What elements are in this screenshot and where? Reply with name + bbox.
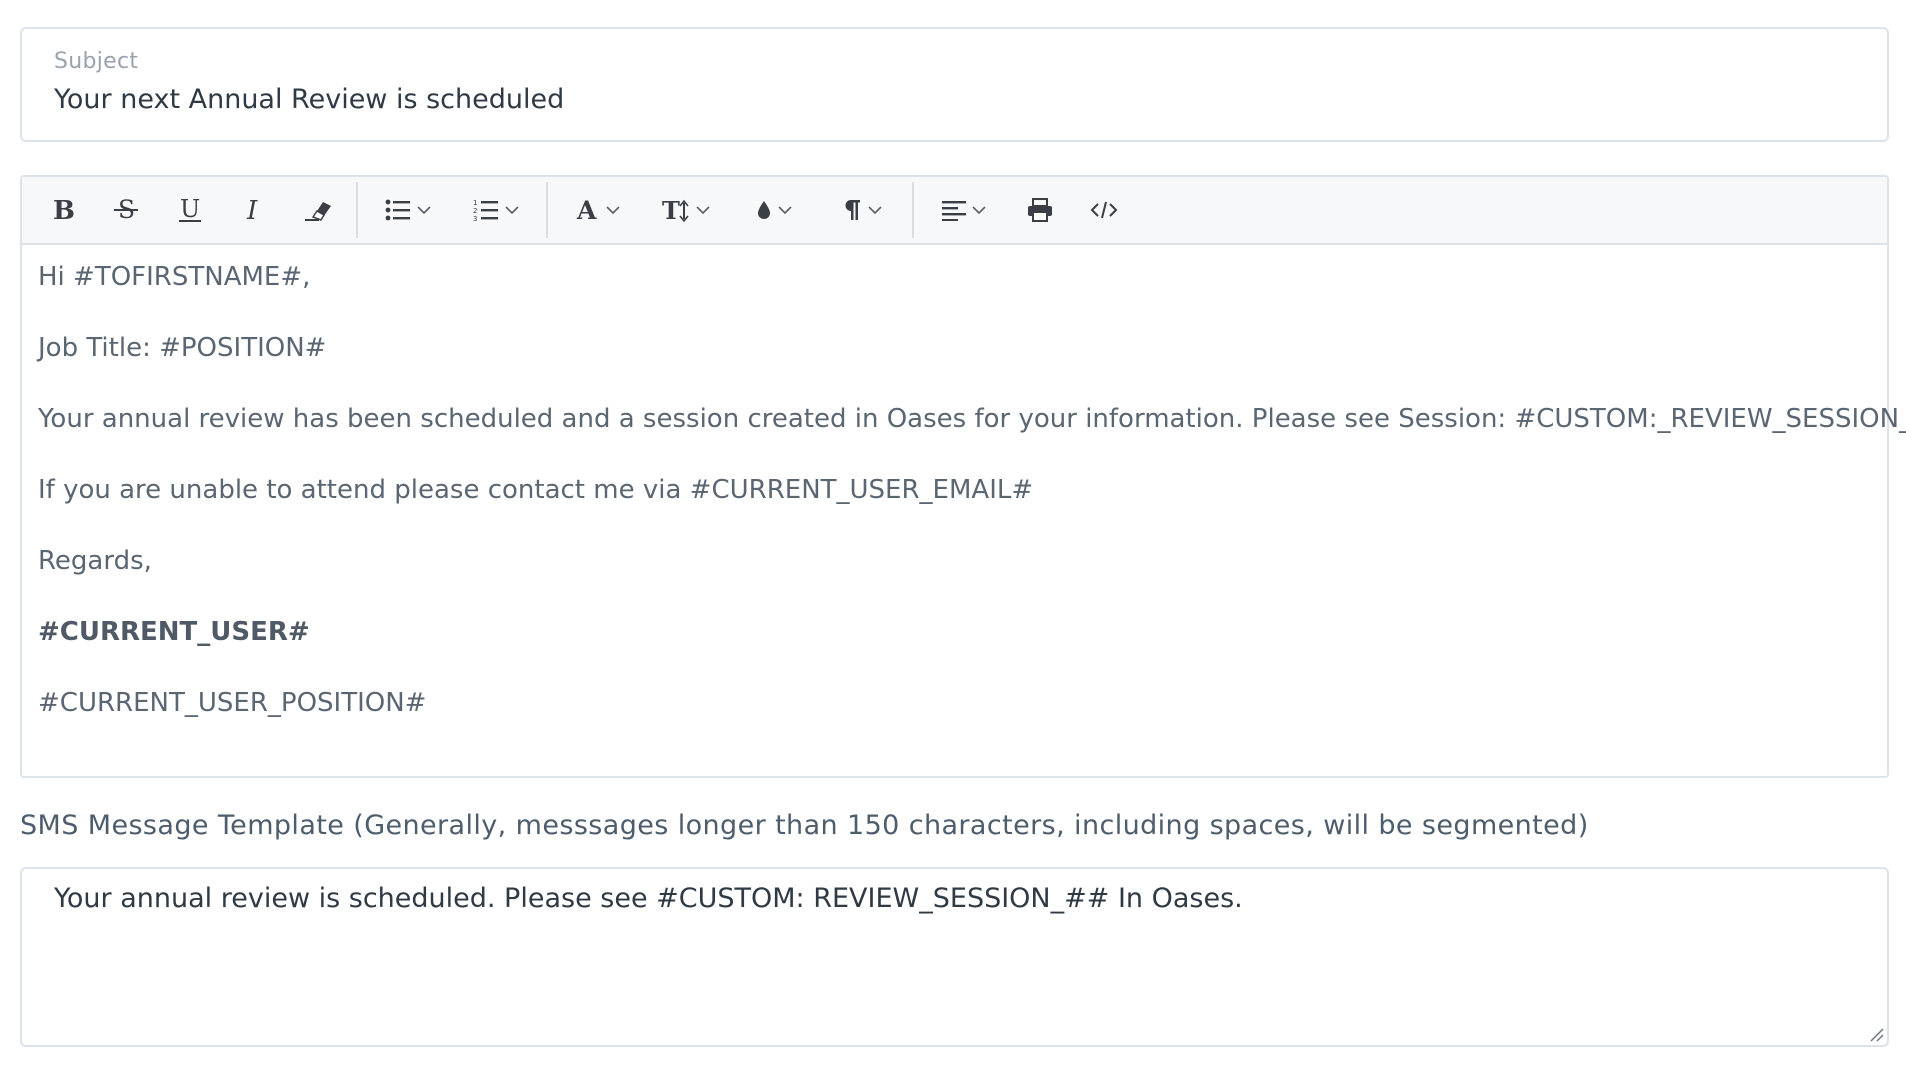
strikethrough-button[interactable]: S — [94, 176, 158, 244]
chevron-down-icon — [417, 206, 431, 215]
bulleted-list-button[interactable] — [364, 176, 452, 244]
numbered-list-icon: 1 2 3 — [473, 199, 498, 222]
print-icon — [1028, 198, 1052, 222]
svg-text:1: 1 — [473, 199, 477, 207]
svg-text:A: A — [576, 197, 597, 223]
italic-icon: I — [246, 197, 258, 223]
editor-line-sender-position: #CURRENT_USER_POSITION# — [38, 688, 427, 718]
editor-line-contact: If you are unable to attend please conta… — [38, 475, 1034, 505]
editor-toolbar: B S U I 1 2 3 A T — [22, 177, 1887, 245]
align-icon — [942, 201, 966, 221]
svg-text:T: T — [662, 197, 680, 223]
chevron-down-icon — [972, 206, 986, 215]
text-color-button[interactable] — [730, 176, 818, 244]
print-button[interactable] — [1008, 176, 1072, 244]
svg-text:U: U — [180, 196, 200, 223]
numbered-list-button[interactable]: 1 2 3 — [452, 176, 540, 244]
font-family-icon: A — [576, 197, 597, 223]
toolbar-separator — [356, 182, 358, 238]
chevron-down-icon — [778, 206, 792, 215]
text-color-icon — [758, 201, 770, 219]
paragraph-icon — [845, 200, 860, 220]
sms-template-textarea[interactable]: Your annual review is scheduled. Please … — [20, 867, 1889, 1047]
chevron-down-icon — [606, 206, 620, 215]
editor-content[interactable]: Hi #TOFIRSTNAME#, Job Title: #POSITION# … — [22, 245, 1906, 721]
italic-button[interactable]: I — [222, 176, 286, 244]
svg-text:I: I — [246, 197, 258, 223]
svg-text:B: B — [53, 197, 74, 223]
eraser-icon — [305, 202, 331, 221]
underline-button[interactable]: U — [158, 176, 222, 244]
email-template-form: Subject Your next Annual Review is sched… — [0, 0, 1906, 1066]
chevron-down-icon — [696, 206, 710, 215]
sms-template-text: Your annual review is scheduled. Please … — [54, 883, 1243, 914]
font-family-button[interactable]: A — [554, 176, 642, 244]
clear-format-button[interactable] — [286, 176, 350, 244]
bulleted-list-icon — [385, 199, 410, 221]
chevron-down-icon — [505, 206, 519, 215]
subject-input[interactable]: Your next Annual Review is scheduled — [54, 84, 1855, 115]
toolbar-separator — [546, 182, 548, 238]
underline-icon: U — [179, 196, 201, 223]
sms-template-label: SMS Message Template (Generally, messsag… — [20, 810, 1589, 841]
font-size-icon: T — [662, 197, 689, 223]
chevron-down-icon — [868, 206, 882, 215]
editor-line-regards: Regards, — [38, 546, 152, 576]
editor-line-job-title: Job Title: #POSITION# — [38, 333, 327, 363]
font-size-button[interactable]: T — [642, 176, 730, 244]
subject-label: Subject — [54, 49, 139, 74]
bold-button[interactable]: B — [30, 176, 94, 244]
code-view-icon — [1090, 201, 1118, 219]
svg-text:3: 3 — [473, 215, 477, 222]
bold-icon: B — [53, 197, 74, 223]
rich-text-editor: B S U I 1 2 3 A T Hi #TOFIRSTNAME#, Job … — [20, 175, 1906, 778]
strikethrough-icon: S — [114, 196, 138, 224]
editor-line-body: Your annual review has been scheduled an… — [38, 404, 1906, 434]
resize-handle-icon[interactable] — [1867, 1025, 1885, 1043]
editor-line-sender: #CURRENT_USER# — [38, 617, 310, 647]
svg-text:2: 2 — [473, 207, 477, 215]
paragraph-style-button[interactable] — [818, 176, 906, 244]
editor-line-greeting: Hi #TOFIRSTNAME#, — [38, 262, 311, 292]
toolbar-separator — [912, 182, 914, 238]
align-button[interactable] — [920, 176, 1008, 244]
code-view-button[interactable] — [1072, 176, 1136, 244]
subject-field[interactable]: Subject Your next Annual Review is sched… — [20, 27, 1889, 142]
